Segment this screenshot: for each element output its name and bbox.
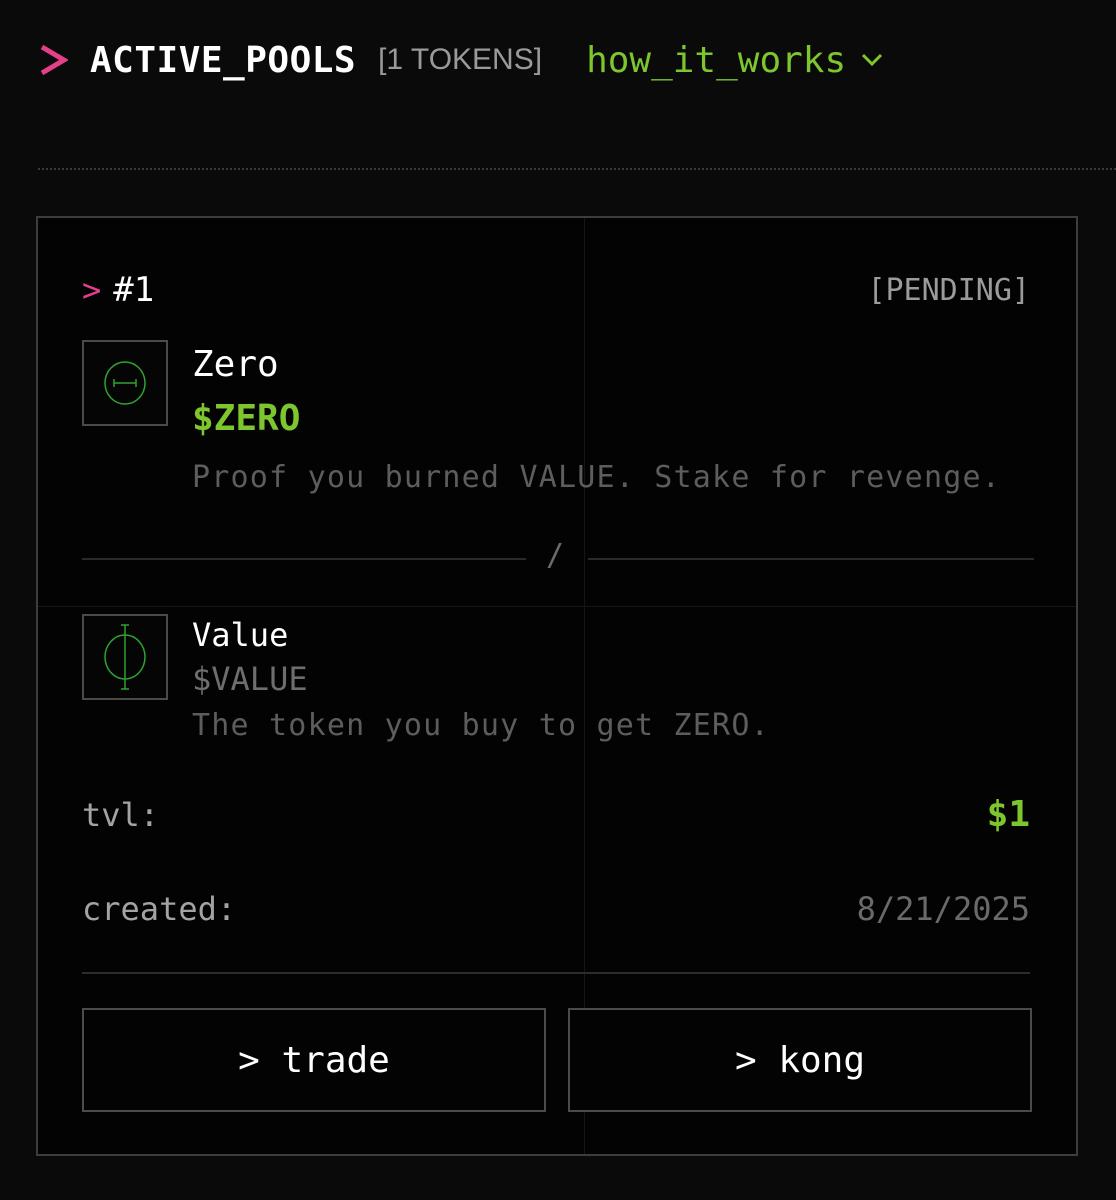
token-b-description: The token you buy to get ZERO. xyxy=(192,708,770,743)
separator-line-left xyxy=(82,558,526,560)
created-date: 8/21/2025 xyxy=(856,890,1030,928)
pair-separator: / xyxy=(546,538,565,573)
page-header: ACTIVE_POOLS [1 TOKENS] how_it_works xyxy=(38,30,884,90)
token-a-description: Proof you burned VALUE. Stake for reveng… xyxy=(192,460,1001,495)
status-badge: [PENDING] xyxy=(867,272,1030,308)
created-label: created: xyxy=(82,890,237,928)
token-b-symbol: $VALUE xyxy=(192,660,308,698)
kong-button[interactable]: > kong xyxy=(568,1008,1032,1112)
pool-card: > #1 [PENDING] Zero $ZERO Proof you burn… xyxy=(36,216,1078,1156)
chevron-down-icon xyxy=(862,53,883,67)
trade-button[interactable]: > trade xyxy=(82,1008,546,1112)
separator-line-right xyxy=(588,558,1034,560)
pool-rank: > #1 xyxy=(82,270,154,310)
grid-line-horizontal xyxy=(38,606,1076,607)
token-a-name: Zero xyxy=(192,344,279,385)
how-it-works-label: how_it_works xyxy=(586,39,847,81)
prompt-chevron-icon xyxy=(40,44,68,76)
value-token-icon xyxy=(82,614,168,700)
pool-rank-number: #1 xyxy=(113,270,155,310)
rank-prompt-icon: > xyxy=(82,271,102,309)
actions-divider xyxy=(82,972,1030,974)
token-count-badge: [1 TOKENS] xyxy=(378,43,543,76)
zero-token-icon xyxy=(82,340,168,426)
header-divider xyxy=(38,168,1116,170)
page-title: ACTIVE_POOLS xyxy=(90,39,357,81)
token-b-name: Value xyxy=(192,616,289,654)
token-a-symbol: $ZERO xyxy=(192,398,301,439)
tvl-label: tvl: xyxy=(82,796,160,834)
how-it-works-dropdown[interactable]: how_it_works xyxy=(586,40,884,81)
tvl-value: $1 xyxy=(986,794,1030,835)
pool-rank-row: > #1 [PENDING] xyxy=(82,270,1030,310)
